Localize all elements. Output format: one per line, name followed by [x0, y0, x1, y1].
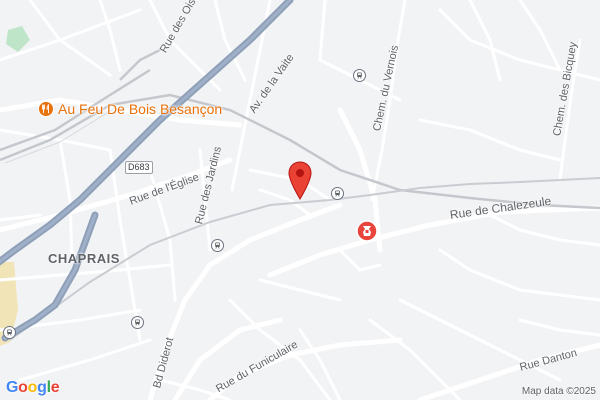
google-logo: Google: [6, 379, 60, 396]
tram-station-icon[interactable]: [353, 69, 366, 82]
restaurant-icon[interactable]: [38, 101, 54, 122]
tram-station-icon[interactable]: [211, 239, 224, 252]
highway-main: [0, 0, 294, 266]
map-canvas[interactable]: Rue des Oiseau Av. de la Vaite Chem. du …: [0, 0, 600, 400]
tram-station-icon[interactable]: [331, 187, 344, 200]
road-shield: D683: [125, 161, 153, 174]
park-area: [6, 26, 30, 52]
tram-station-icon[interactable]: [131, 316, 144, 329]
poi-label-restaurant[interactable]: Au Feu De Bois Besançon: [58, 101, 222, 117]
museum-icon[interactable]: [356, 220, 378, 247]
map-attribution: Map data ©2025: [521, 386, 596, 397]
map-pin-icon[interactable]: [287, 161, 313, 206]
tram-station-icon[interactable]: [3, 326, 16, 339]
district-label: CHAPRAIS: [48, 251, 120, 266]
